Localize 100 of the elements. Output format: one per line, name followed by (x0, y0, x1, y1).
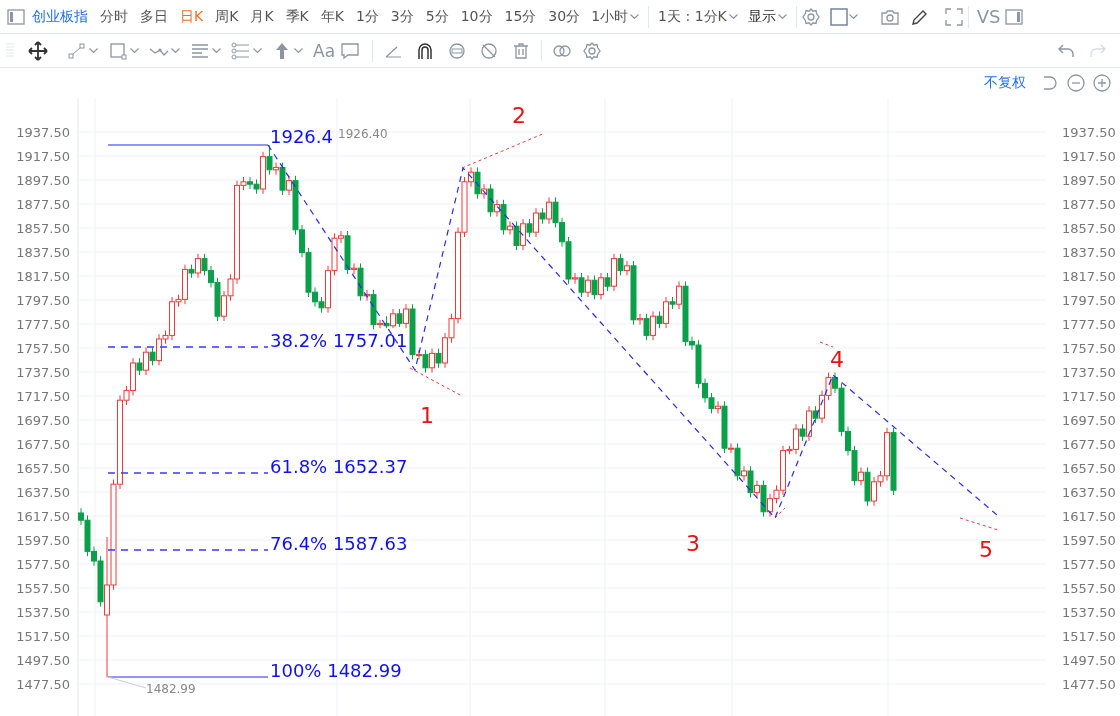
eye-off-icon[interactable] (479, 40, 500, 61)
axis-label: 1557.50 (1062, 581, 1116, 596)
caret-icon[interactable] (253, 47, 262, 54)
fibonacci-label: 100% 1482.99 (270, 660, 402, 681)
axis-label: 1617.50 (16, 509, 70, 524)
axis-label: 1537.50 (16, 605, 70, 620)
settings-icon[interactable] (800, 6, 821, 27)
axis-label: 1757.50 (16, 341, 70, 356)
axis-label: 1737.50 (1062, 365, 1116, 380)
axis-label: 1517.50 (1062, 629, 1116, 644)
wave-label: 2 (512, 103, 526, 128)
axis-label: 1517.50 (16, 629, 70, 644)
axis-label: 1837.50 (16, 245, 70, 260)
wave-label: 3 (686, 531, 700, 556)
period-tab[interactable]: 年K (314, 7, 350, 26)
axis-label: 1717.50 (1062, 389, 1116, 404)
axis-label: 1897.50 (16, 173, 70, 188)
period-tab[interactable]: 5分 (419, 7, 455, 26)
axis-label: 1877.50 (16, 197, 70, 212)
axis-label: 1777.50 (1062, 317, 1116, 332)
axis-label: 1937.50 (16, 125, 70, 140)
axis-label: 1597.50 (16, 533, 70, 548)
fullscreen-icon[interactable] (943, 6, 964, 27)
axis-label: 1617.50 (1062, 509, 1116, 524)
axis-label: 1757.50 (1062, 341, 1116, 356)
period-tab[interactable]: 月K (244, 7, 280, 26)
wave-label: 1 (420, 403, 434, 428)
panel-icon[interactable] (1004, 6, 1025, 27)
wave-label: 5 (979, 537, 993, 562)
axis-label: 1497.50 (16, 653, 70, 668)
fibonacci-label: 1926.4 (270, 126, 333, 147)
axis-label: 1857.50 (16, 221, 70, 236)
rectangle-tool-icon[interactable] (108, 40, 128, 61)
period-tab[interactable]: 3分 (384, 7, 420, 26)
sidebar-icon[interactable] (6, 6, 26, 27)
axis-label: 1897.50 (1062, 173, 1116, 188)
caret-icon[interactable] (89, 47, 98, 54)
axis-label: 1697.50 (16, 413, 70, 428)
axis-label: 1497.50 (1062, 653, 1116, 668)
axis-label: 1477.50 (16, 677, 70, 692)
caret-icon[interactable] (171, 47, 180, 54)
sync-icon[interactable] (447, 40, 468, 61)
axis-label: 1917.50 (16, 149, 70, 164)
wave-label: 4 (830, 347, 844, 372)
axis-label: 1637.50 (16, 485, 70, 500)
axis-label: 1577.50 (16, 557, 70, 572)
display-dropdown[interactable]: 显示 (742, 7, 792, 26)
caret-icon[interactable] (848, 13, 858, 20)
fibonacci-label: 38.2% 1757.01 (270, 330, 408, 351)
index-name[interactable]: 创业板指 (26, 7, 94, 26)
caret-icon[interactable] (212, 47, 221, 54)
axis-label: 1677.50 (16, 437, 70, 452)
axis-label: 1537.50 (1062, 605, 1116, 620)
adjust-link[interactable]: 不复权 (976, 74, 1034, 92)
caret-icon[interactable] (130, 47, 139, 54)
axis-label: 1717.50 (16, 389, 70, 404)
square-icon[interactable] (828, 6, 849, 27)
axis-label: 1817.50 (1062, 269, 1116, 284)
zoom-in-icon[interactable] (1092, 73, 1112, 93)
caret-icon[interactable] (728, 13, 738, 20)
period-tab[interactable]: 1分 (349, 7, 385, 26)
settings-icon[interactable] (582, 40, 603, 61)
period-dropdown[interactable]: 1小时 (586, 7, 645, 26)
axis-label: 1637.50 (1062, 485, 1116, 500)
range-dropdown[interactable]: 1天 : 1分K (653, 7, 743, 26)
axis-label: 1477.50 (1062, 677, 1116, 692)
zoom-out-icon[interactable] (1066, 73, 1086, 93)
caret-icon[interactable] (777, 13, 787, 20)
axis-label: 1797.50 (16, 293, 70, 308)
period-tab[interactable]: 15分 (498, 7, 543, 26)
axis-label: 1657.50 (16, 461, 70, 476)
max-price-label: 1926.40 (338, 127, 388, 141)
comment-icon[interactable] (340, 40, 361, 61)
move-icon[interactable] (28, 40, 48, 61)
axis-label: 1917.50 (1062, 149, 1116, 164)
line-tool-icon[interactable] (67, 40, 87, 61)
axis-label: 1797.50 (1062, 293, 1116, 308)
caret-icon[interactable] (294, 47, 303, 54)
axis-label: 1877.50 (1062, 197, 1116, 212)
nodes-tool-icon[interactable] (231, 40, 251, 61)
leader-line (107, 676, 147, 689)
period-tab[interactable]: 30分 (542, 7, 587, 26)
axis-label: 1697.50 (1062, 413, 1116, 428)
axis-label: 1937.50 (1062, 125, 1116, 140)
axis-label: 1677.50 (1062, 437, 1116, 452)
period-tab[interactable]: 周K (209, 7, 245, 26)
axis-label: 1737.50 (16, 365, 70, 380)
axis-label: 1777.50 (16, 317, 70, 332)
period-tab[interactable]: 分时 (94, 7, 134, 26)
axis-label: 1857.50 (1062, 221, 1116, 236)
axis-label: 1817.50 (16, 269, 70, 284)
axis-label: 1657.50 (1062, 461, 1116, 476)
period-tab[interactable]: 10分 (454, 7, 499, 26)
axis-label: 1837.50 (1062, 245, 1116, 260)
fibonacci-label: 61.8% 1652.37 (270, 456, 408, 477)
period-tab[interactable]: 季K (279, 7, 315, 26)
period-tab[interactable]: 多日 (134, 7, 174, 26)
caret-icon[interactable] (630, 13, 640, 20)
axis-label: 1557.50 (16, 581, 70, 596)
fibonacci-label: 76.4% 1587.63 (270, 533, 408, 554)
